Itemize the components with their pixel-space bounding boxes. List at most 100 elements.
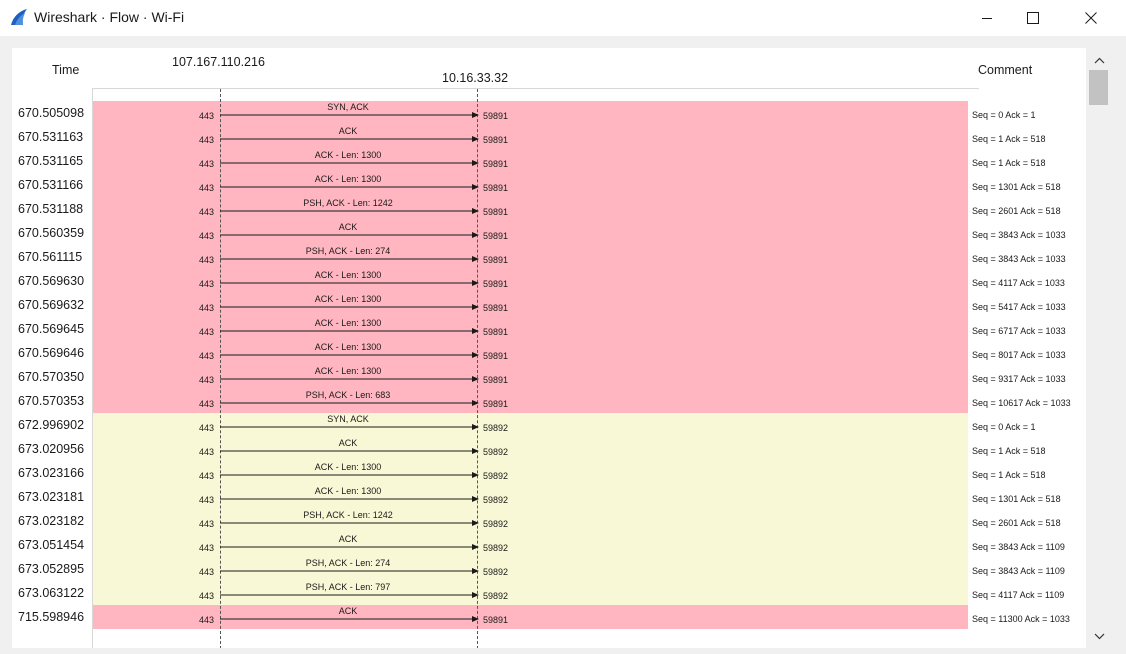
maximize-button[interactable] [1010, 0, 1056, 36]
flow-arrow-icon[interactable] [220, 495, 479, 503]
destination-port: 59892 [483, 495, 509, 505]
row-time: 673.023181 [18, 490, 85, 504]
host-b-address[interactable]: 10.16.33.32 [442, 71, 508, 85]
destination-port: 59891 [483, 303, 509, 313]
flow-row[interactable]: 670.569645 443 ACK - Len: 1300 59891 Seq = 6… [12, 316, 1086, 340]
flow-row[interactable]: 670.560359 443 ACK 59891 Seq = 3843 Ack = 10… [12, 220, 1086, 244]
flow-row[interactable]: 673.023166 443 ACK - Len: 1300 59892 Seq = 1… [12, 460, 1086, 484]
flow-arrow-icon[interactable] [220, 135, 479, 143]
flow-row[interactable]: 670.505098 443 SYN, ACK 59891 Seq = 0 Ack = … [12, 100, 1086, 124]
flow-row[interactable]: 670.570350 443 ACK - Len: 1300 59891 Seq = 9… [12, 364, 1086, 388]
flow-arrow-icon[interactable] [220, 207, 479, 215]
flow-arrow-icon[interactable] [220, 399, 479, 407]
vertical-scrollbar[interactable] [1088, 48, 1110, 648]
destination-port: 59891 [483, 327, 509, 337]
destination-port: 59891 [483, 111, 509, 121]
row-comment: Seq = 1 Ack = 518 [972, 470, 1046, 480]
flow-row[interactable]: 673.051454 443 ACK 59892 Seq = 3843 Ack = 11… [12, 532, 1086, 556]
flow-row[interactable]: 673.063122 443 PSH, ACK - Len: 797 59892 Seq… [12, 580, 1086, 604]
row-comment: Seq = 3843 Ack = 1109 [972, 542, 1065, 552]
flow-row[interactable]: 715.598946 443 ACK 59891 Seq = 11300 Ack = 1… [12, 604, 1086, 628]
flow-arrow-icon[interactable] [220, 303, 479, 311]
flow-arrow-icon[interactable] [220, 231, 479, 239]
flow-graph-panel[interactable]: Time 107.167.110.216 10.16.33.32 Comment… [12, 48, 1086, 648]
row-time: 670.560359 [18, 226, 85, 240]
flow-arrow-icon[interactable] [220, 543, 479, 551]
source-port: 443 [199, 567, 215, 577]
source-port: 443 [199, 231, 215, 241]
host-a-address[interactable]: 107.167.110.216 [172, 55, 265, 69]
flow-arrow-icon[interactable] [220, 255, 479, 263]
flow-row[interactable]: 670.531188 443 PSH, ACK - Len: 1242 59891 Se… [12, 196, 1086, 220]
flow-arrow-icon[interactable] [220, 423, 479, 431]
flow-arrow-icon[interactable] [220, 351, 479, 359]
source-port: 443 [199, 543, 215, 553]
chevron-down-icon [1094, 633, 1104, 639]
flow-arrow-icon[interactable] [220, 375, 479, 383]
flow-row[interactable]: 673.052895 443 PSH, ACK - Len: 274 59892 Seq… [12, 556, 1086, 580]
row-time: 670.531165 [18, 154, 84, 168]
destination-port: 59892 [483, 543, 509, 553]
row-time: 673.063122 [18, 586, 85, 600]
flow-arrow-icon[interactable] [220, 327, 479, 335]
flow-row[interactable]: 670.569630 443 ACK - Len: 1300 59891 Seq = 4… [12, 268, 1086, 292]
scroll-up-button[interactable] [1088, 52, 1110, 68]
flow-row[interactable]: 670.569632 443 ACK - Len: 1300 59891 Seq = 5… [12, 292, 1086, 316]
destination-port: 59891 [483, 255, 509, 265]
flow-row[interactable]: 670.569646 443 ACK - Len: 1300 59891 Seq = 8… [12, 340, 1086, 364]
flow-row[interactable]: 673.023181 443 ACK - Len: 1300 59892 Seq = 1… [12, 484, 1086, 508]
row-comment: Seq = 1 Ack = 518 [972, 446, 1046, 456]
comment-column-header: Comment [978, 63, 1033, 77]
flow-arrow-icon[interactable] [220, 447, 479, 455]
flow-row[interactable]: 670.531166 443 ACK - Len: 1300 59891 Seq = 1… [12, 172, 1086, 196]
source-port: 443 [199, 279, 215, 289]
flow-arrow-icon[interactable] [220, 519, 479, 527]
source-port: 443 [199, 207, 215, 217]
destination-port: 59891 [483, 159, 509, 169]
flow-arrow-icon[interactable] [220, 111, 479, 119]
row-time: 672.996902 [18, 418, 85, 432]
scroll-down-button[interactable] [1088, 628, 1110, 644]
row-comment: Seq = 3843 Ack = 1033 [972, 230, 1066, 240]
row-time: 670.569645 [18, 322, 85, 336]
flow-row[interactable]: 673.020956 443 ACK 59892 Seq = 1 Ack = 518 [12, 436, 1086, 460]
scroll-thumb[interactable] [1089, 70, 1108, 105]
row-comment: Seq = 1301 Ack = 518 [972, 494, 1061, 504]
row-comment: Seq = 1 Ack = 518 [972, 158, 1046, 168]
row-comment: Seq = 6717 Ack = 1033 [972, 326, 1066, 336]
flow-row[interactable]: 673.023182 443 PSH, ACK - Len: 1242 59892 Se… [12, 508, 1086, 532]
row-time: 670.531166 [18, 178, 84, 192]
flow-row[interactable]: 670.531165 443 ACK - Len: 1300 59891 Seq = 1… [12, 148, 1086, 172]
destination-port: 59892 [483, 447, 509, 457]
source-port: 443 [199, 351, 215, 361]
wireshark-fin-icon [11, 9, 27, 25]
flow-arrow-icon[interactable] [220, 567, 479, 575]
row-time: 670.570350 [18, 370, 85, 384]
close-icon [1085, 12, 1097, 24]
row-time: 670.505098 [18, 106, 85, 120]
flow-row[interactable]: 670.570353 443 PSH, ACK - Len: 683 59891 Seq… [12, 388, 1086, 412]
flow-row[interactable]: 670.531163 443 ACK 59891 Seq = 1 Ack = 518 [12, 124, 1086, 148]
flow-arrow-icon[interactable] [220, 615, 479, 623]
flow-arrow-icon[interactable] [220, 471, 479, 479]
destination-port: 59891 [483, 375, 509, 385]
row-time: 673.051454 [18, 538, 85, 552]
minimize-button[interactable] [964, 0, 1010, 36]
close-button[interactable] [1068, 0, 1114, 36]
row-comment: Seq = 4117 Ack = 1109 [972, 590, 1065, 600]
destination-port: 59891 [483, 351, 509, 361]
minimize-icon [982, 18, 992, 19]
source-port: 443 [199, 135, 215, 145]
flow-row[interactable]: 672.996902 443 SYN, ACK 59892 Seq = 0 Ack = … [12, 412, 1086, 436]
flow-arrow-icon[interactable] [220, 159, 479, 167]
flow-arrow-icon[interactable] [220, 591, 479, 599]
flow-arrow-icon[interactable] [220, 183, 479, 191]
title-bar: Wireshark · Flow · Wi-Fi [0, 0, 1126, 36]
source-port: 443 [199, 615, 215, 625]
destination-port: 59891 [483, 399, 509, 409]
flow-arrow-icon[interactable] [220, 279, 479, 287]
row-time: 673.052895 [18, 562, 85, 576]
source-port: 443 [199, 111, 215, 121]
source-port: 443 [199, 255, 215, 265]
flow-row[interactable]: 670.561115 443 PSH, ACK - Len: 274 59891 Seq… [12, 244, 1086, 268]
